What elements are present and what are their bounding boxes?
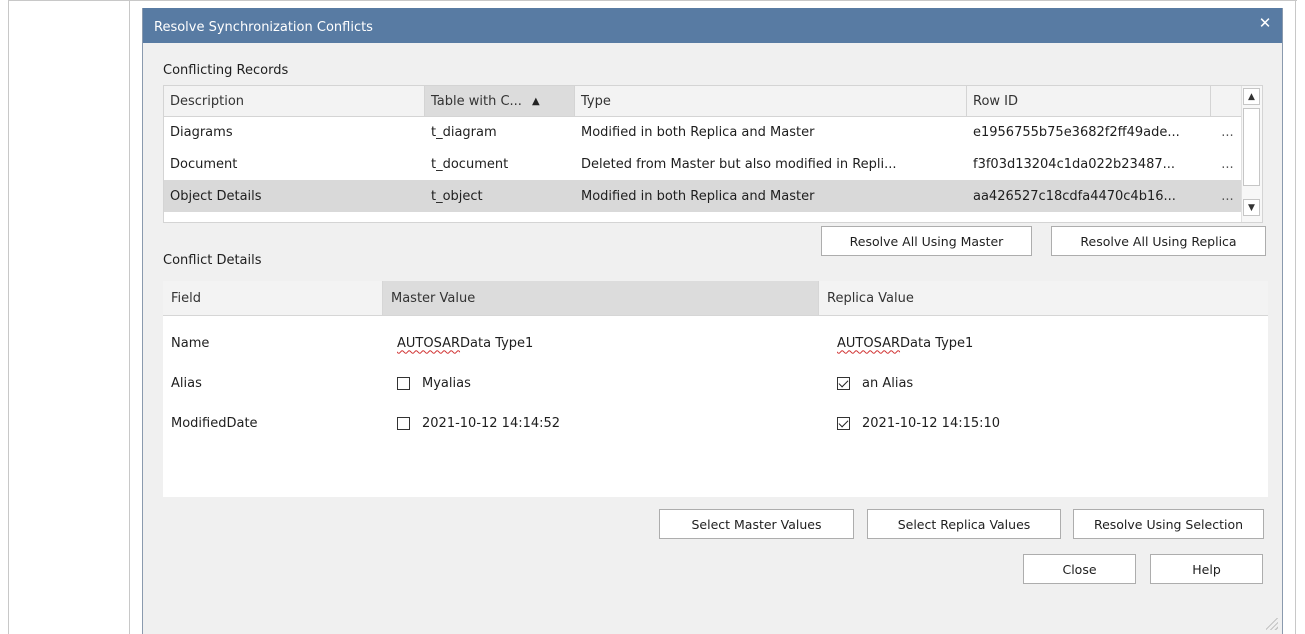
- select-replica-values-button[interactable]: Select Replica Values: [867, 509, 1061, 539]
- records-row[interactable]: Diagrams t_diagram Modified in both Repl…: [164, 116, 1244, 148]
- record-description: Document: [170, 156, 238, 172]
- sort-ascending-icon: ▲: [531, 95, 540, 107]
- conflict-details-grid[interactable]: Field Master Value Replica Value Name AU…: [163, 281, 1268, 497]
- spellcheck-word: AUTOSAR: [837, 335, 901, 351]
- record-description: Diagrams: [170, 124, 233, 140]
- record-row-id: e1956755b75e3682f2ff49ade...: [973, 124, 1180, 140]
- column-header-description[interactable]: Description: [164, 86, 425, 116]
- record-description: Object Details: [170, 188, 262, 204]
- record-more-button[interactable]: ...: [1211, 148, 1244, 180]
- records-scrollbar[interactable]: ▲ ▼: [1241, 86, 1262, 222]
- master-value[interactable]: Myalias: [383, 363, 819, 403]
- records-row[interactable]: Document t_document Deleted from Master …: [164, 148, 1244, 180]
- scroll-down-icon[interactable]: ▼: [1243, 199, 1260, 216]
- record-type: Modified in both Replica and Master: [581, 188, 815, 204]
- column-header-replica-value[interactable]: Replica Value: [819, 281, 1268, 315]
- close-icon[interactable]: ✕: [1254, 12, 1276, 34]
- master-value-checkbox[interactable]: [397, 416, 410, 430]
- details-row-alias[interactable]: Alias Myalias an Alias: [163, 363, 1268, 403]
- record-table: t_document: [431, 156, 509, 172]
- conflicting-records-label: Conflicting Records: [163, 63, 289, 78]
- document-column-divider: [129, 0, 130, 634]
- record-type: Deleted from Master but also modified in…: [581, 156, 897, 172]
- help-button[interactable]: Help: [1150, 554, 1263, 584]
- resize-grip-icon[interactable]: [1266, 618, 1278, 630]
- records-row-selected[interactable]: Object Details t_object Modified in both…: [164, 180, 1244, 212]
- replica-value-checkbox[interactable]: [837, 376, 850, 390]
- dialog-titlebar[interactable]: Resolve Synchronization Conflicts ✕: [143, 8, 1282, 43]
- column-header-type[interactable]: Type: [575, 86, 967, 116]
- column-header-field[interactable]: Field: [163, 281, 383, 315]
- master-value-checkbox[interactable]: [397, 376, 410, 390]
- conflict-details-label: Conflict Details: [163, 253, 262, 268]
- column-header-table[interactable]: Table with C... ▲: [425, 86, 575, 116]
- record-type: Modified in both Replica and Master: [581, 124, 815, 140]
- record-more-button[interactable]: ...: [1211, 180, 1244, 212]
- field-name: ModifiedDate: [171, 415, 258, 431]
- records-header: Description Table with C... ▲ Type Row ID: [164, 86, 1244, 117]
- record-table: t_object: [431, 188, 483, 204]
- close-button[interactable]: Close: [1023, 554, 1136, 584]
- resolve-all-replica-button[interactable]: Resolve All Using Replica: [1051, 226, 1266, 256]
- replica-value-checkbox[interactable]: [837, 416, 850, 430]
- conflicting-records-list[interactable]: Description Table with C... ▲ Type Row ID…: [163, 85, 1263, 223]
- scroll-up-icon[interactable]: ▲: [1243, 88, 1260, 105]
- replica-value[interactable]: AUTOSAR Data Type1: [819, 323, 1268, 363]
- resolve-conflicts-dialog: Resolve Synchronization Conflicts ✕ Conf…: [142, 8, 1283, 634]
- details-row-modified-date[interactable]: ModifiedDate 2021-10-12 14:14:52 2021-10…: [163, 403, 1268, 443]
- select-master-values-button[interactable]: Select Master Values: [659, 509, 854, 539]
- document-top-border: [9, 0, 1297, 1]
- record-row-id: f3f03d13204c1da022b23487...: [973, 156, 1176, 172]
- record-more-button[interactable]: ...: [1211, 116, 1244, 148]
- record-table: t_diagram: [431, 124, 497, 140]
- resolve-all-master-button[interactable]: Resolve All Using Master: [821, 226, 1032, 256]
- scrollbar-thumb[interactable]: [1243, 108, 1260, 186]
- master-value[interactable]: AUTOSAR Data Type1: [383, 323, 819, 363]
- dialog-title: Resolve Synchronization Conflicts: [154, 20, 373, 35]
- resolve-using-selection-button[interactable]: Resolve Using Selection: [1073, 509, 1264, 539]
- column-header-spacer: [1211, 86, 1244, 116]
- replica-value[interactable]: an Alias: [819, 363, 1268, 403]
- details-header: Field Master Value Replica Value: [163, 281, 1268, 316]
- field-name: Alias: [171, 375, 202, 391]
- column-header-row-id[interactable]: Row ID: [967, 86, 1211, 116]
- master-value[interactable]: 2021-10-12 14:14:52: [383, 403, 819, 443]
- field-name: Name: [171, 335, 210, 351]
- spellcheck-word: AUTOSAR: [397, 335, 461, 351]
- replica-value[interactable]: 2021-10-12 14:15:10: [819, 403, 1268, 443]
- column-header-master-value[interactable]: Master Value: [383, 281, 819, 315]
- record-row-id: aa426527c18cdfa4470c4b16...: [973, 188, 1176, 204]
- details-row-name[interactable]: Name AUTOSAR Data Type1 AUTOSAR Data Typ…: [163, 323, 1268, 363]
